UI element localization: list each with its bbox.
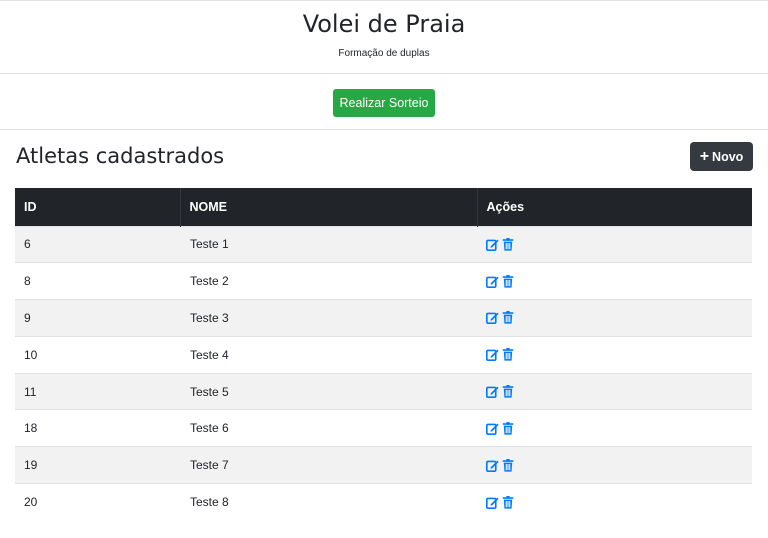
trash-icon[interactable] — [502, 495, 515, 509]
row-id: 8 — [24, 274, 31, 289]
row-action-icons — [486, 348, 752, 362]
page-title: Volei de Praia — [302, 10, 466, 38]
row-nome: Teste 6 — [190, 421, 229, 436]
table-row: 10 Teste 4 — [15, 336, 752, 373]
row-id: 19 — [24, 458, 38, 473]
row-actions — [477, 300, 752, 337]
action-bar: Realizar Sorteio — [0, 74, 768, 130]
trash-icon[interactable] — [502, 458, 515, 472]
edit-icon[interactable] — [486, 311, 499, 325]
row-action-icons — [486, 495, 752, 509]
table-row: 19 Teste 7 — [15, 446, 752, 484]
trash-icon[interactable] — [502, 421, 515, 435]
edit-icon[interactable] — [486, 496, 499, 509]
row-nome: Teste 2 — [190, 274, 229, 289]
plus-icon: + — [699, 147, 710, 165]
novo-button[interactable]: + Novo — [690, 142, 753, 171]
column-header-acoes: Ações — [486, 199, 525, 214]
table-row: 20 Teste 8 — [15, 483, 752, 521]
table-row: 6 Teste 1 — [15, 226, 752, 263]
row-id: 11 — [24, 384, 37, 399]
row-id: 9 — [24, 310, 31, 325]
column-header-nome[interactable]: NOME — [180, 188, 478, 226]
trash-icon[interactable] — [502, 311, 515, 325]
trash-icon[interactable] — [502, 237, 515, 251]
row-actions — [477, 263, 752, 300]
row-action-icons — [486, 458, 752, 472]
edit-icon[interactable] — [486, 275, 499, 288]
table-row: 9 Teste 3 — [15, 299, 752, 337]
row-id: 20 — [24, 495, 38, 510]
athletes-table: ID NOME Ações 6 Teste 1 8 Teste 2 9 Teste 3 10… — [15, 188, 752, 520]
column-header-id[interactable]: ID — [15, 188, 181, 226]
row-action-icons — [486, 274, 752, 288]
edit-icon[interactable] — [486, 459, 499, 472]
table-row: 11 Teste 5 — [15, 373, 752, 410]
row-actions — [477, 226, 752, 263]
table-row: 8 Teste 2 — [15, 262, 752, 300]
row-id: 6 — [24, 237, 31, 252]
row-actions — [477, 410, 752, 447]
novo-button-label: Novo — [712, 149, 744, 164]
row-nome: Teste 8 — [190, 495, 229, 510]
edit-icon[interactable] — [486, 348, 499, 362]
row-action-icons — [486, 311, 752, 325]
row-actions — [477, 484, 752, 521]
row-actions — [477, 336, 752, 373]
page-subtitle: Formação de duplas — [338, 48, 430, 59]
table-row: 18 Teste 6 — [15, 409, 752, 447]
row-nome: Teste 7 — [190, 458, 229, 473]
edit-icon[interactable] — [486, 422, 499, 435]
edit-icon[interactable] — [486, 385, 499, 399]
section-title: Atletas cadastrados — [16, 144, 225, 168]
realizar-sorteio-button[interactable]: Realizar Sorteio — [333, 89, 435, 117]
row-nome: Teste 4 — [190, 347, 229, 362]
row-actions — [477, 373, 752, 410]
row-nome: Teste 1 — [190, 237, 229, 252]
trash-icon[interactable] — [502, 385, 515, 398]
row-id: 10 — [24, 347, 38, 362]
row-actions — [477, 447, 752, 484]
page-header: Volei de Praia Formação de duplas — [0, 1, 768, 74]
row-nome: Teste 5 — [190, 384, 229, 399]
row-nome: Teste 3 — [190, 310, 229, 325]
row-id: 18 — [24, 421, 38, 436]
trash-icon[interactable] — [502, 348, 515, 361]
row-action-icons — [486, 385, 752, 399]
table-header-row: ID NOME Ações — [15, 188, 752, 226]
trash-icon[interactable] — [502, 274, 515, 288]
edit-icon[interactable] — [486, 238, 499, 251]
row-action-icons — [486, 237, 752, 251]
row-action-icons — [486, 421, 752, 435]
